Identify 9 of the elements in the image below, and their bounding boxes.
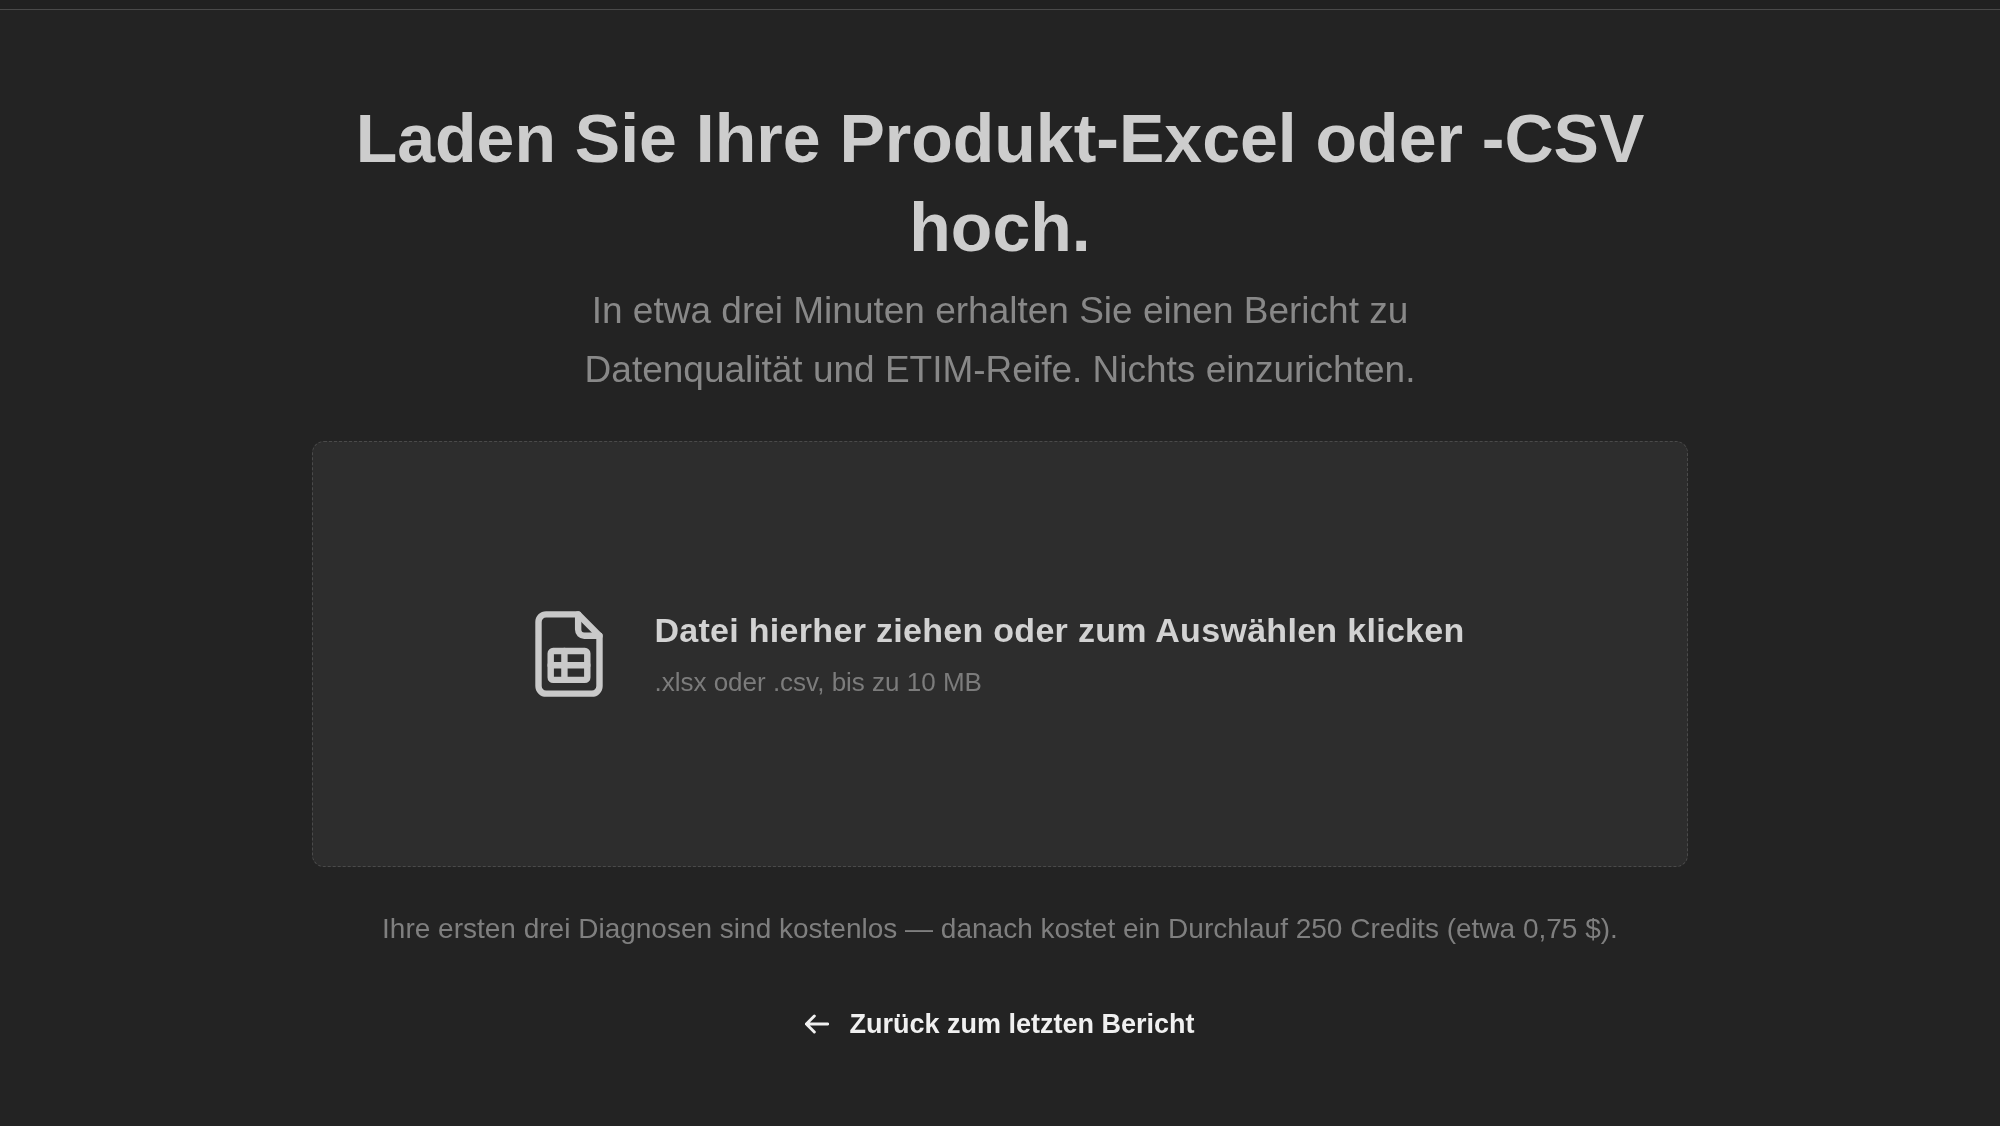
file-format-hint: .xlsx oder .csv, bis zu 10 MB [654, 666, 982, 698]
drop-zone-label: Datei hierher ziehen oder zum Auswählen klicken [654, 610, 1465, 650]
page-title: Laden Sie Ihre Produkt-Excel oder -CSV hoch. [354, 99, 1646, 267]
page-subtitle: In etwa drei Minuten erhalten Sie einen Bericht zu Datenqualität und ETIM-Reife. Nichts einzurichten. [583, 289, 1417, 392]
spreadsheet-file-icon [535, 611, 604, 697]
arrow-left-icon [805, 1013, 830, 1035]
file-drop-zone[interactable]: Datei hierher ziehen oder zum Auswählen klicken .xlsx oder .csv, bis zu 10 MB [312, 441, 1688, 867]
back-link[interactable]: Zurück zum letzten Bericht [805, 1006, 1195, 1042]
pricing-note: Ihre ersten drei Diagnosen sind kostenlos — danach kostet ein Durchlauf 250 Credits (etwa 0,75 $). [382, 912, 1618, 946]
